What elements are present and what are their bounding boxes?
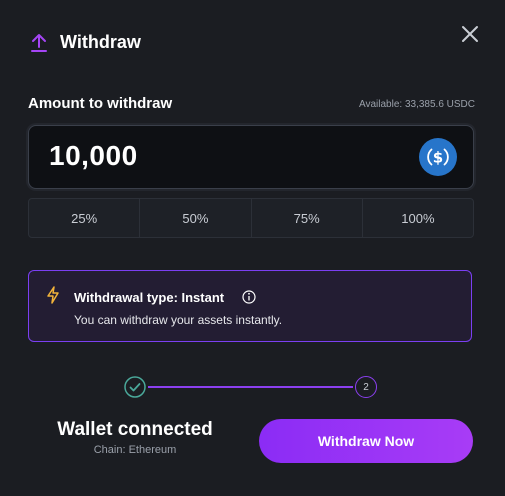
withdrawal-type-info: Withdrawal type: Instant You can withdra… [28, 270, 472, 342]
step-progress-line [148, 386, 353, 388]
step-completed-check-icon [124, 376, 146, 398]
wallet-chain: Chain: Ethereum [93, 444, 177, 456]
percent-50-button[interactable]: 50% [140, 199, 252, 237]
percent-75-button[interactable]: 75% [252, 199, 363, 237]
upload-arrow-icon [31, 34, 47, 52]
modal-title: Withdraw [60, 32, 141, 52]
amount-value[interactable]: 10,000 [49, 140, 138, 172]
percent-100-button[interactable]: 100% [363, 199, 473, 237]
amount-input[interactable]: 10,000 $ [28, 125, 474, 189]
withdrawal-type-title: Withdrawal type: Instant [74, 290, 225, 305]
percent-selector: 25% 50% 75% 100% [28, 198, 474, 238]
lightning-bolt-icon [47, 286, 59, 304]
withdrawal-type-description: You can withdraw your assets instantly. [74, 313, 283, 327]
usdc-icon: $ [419, 138, 457, 176]
available-balance: Available: 33,385.6 USDC [359, 99, 475, 110]
wallet-status: Wallet connected [57, 419, 213, 440]
withdraw-now-button[interactable]: Withdraw Now [259, 419, 473, 463]
close-icon[interactable] [458, 22, 482, 46]
step-2-indicator: 2 [355, 376, 377, 398]
amount-label: Amount to withdraw [28, 95, 173, 112]
info-icon[interactable] [242, 290, 256, 304]
percent-25-button[interactable]: 25% [29, 199, 141, 237]
withdraw-modal: Withdraw Amount to withdraw Available: 3… [0, 0, 505, 496]
svg-text:$: $ [433, 149, 443, 167]
